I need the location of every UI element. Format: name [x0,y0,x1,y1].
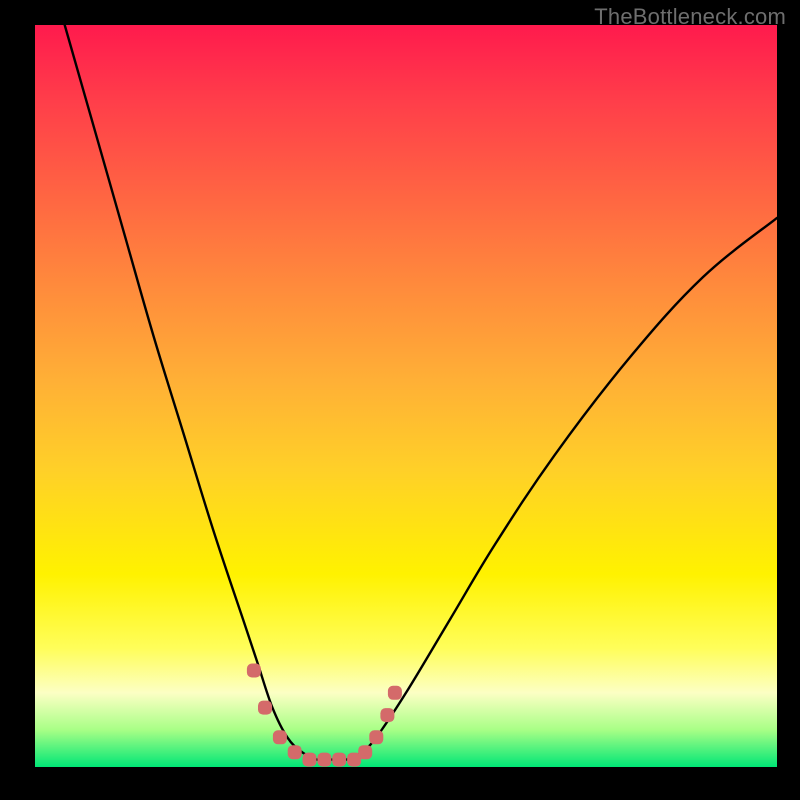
plot-area [35,25,777,767]
marker-point [303,753,317,767]
marker-point [332,753,346,767]
marker-point [358,745,372,759]
watermark-text: TheBottleneck.com [594,4,786,30]
marker-point [369,730,383,744]
curve-svg [35,25,777,767]
marker-group [247,664,402,767]
marker-point [380,708,394,722]
marker-point [317,753,331,767]
marker-point [247,664,261,678]
marker-point [273,730,287,744]
marker-point [288,745,302,759]
bottleneck-curve [65,25,777,760]
marker-point [258,701,272,715]
marker-point [388,686,402,700]
chart-frame: TheBottleneck.com [0,0,800,800]
